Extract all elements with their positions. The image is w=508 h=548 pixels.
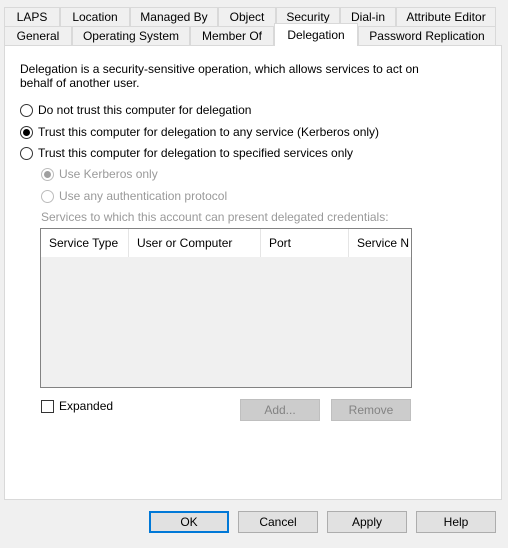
- column-service-type[interactable]: Service Type: [41, 229, 129, 257]
- radio-trust-specified-label[interactable]: Trust this computer for delegation to sp…: [38, 146, 353, 160]
- column-port[interactable]: Port: [261, 229, 349, 257]
- tab-delegation[interactable]: Delegation: [274, 23, 358, 46]
- remove-button[interactable]: Remove: [331, 399, 411, 421]
- tab-location[interactable]: Location: [60, 7, 130, 26]
- services-label: Services to which this account can prese…: [41, 210, 389, 224]
- services-list[interactable]: Service Type User or Computer Port Servi…: [40, 228, 412, 388]
- tab-object[interactable]: Object: [218, 7, 276, 26]
- cancel-button[interactable]: Cancel: [238, 511, 318, 533]
- tab-member-of[interactable]: Member Of: [190, 26, 274, 45]
- tab-laps[interactable]: LAPS: [4, 7, 60, 26]
- tab-operating-system[interactable]: Operating System: [72, 26, 190, 45]
- services-list-header: Service Type User or Computer Port Servi…: [41, 229, 411, 257]
- radio-kerberos-only-label[interactable]: Use Kerberos only: [59, 167, 158, 181]
- ok-button[interactable]: OK: [149, 511, 229, 533]
- expanded-label[interactable]: Expanded: [59, 399, 113, 413]
- radio-trust-specified[interactable]: [20, 147, 33, 160]
- tab-managed-by[interactable]: Managed By: [130, 7, 218, 26]
- description-line-2: behalf of another user.: [20, 76, 140, 90]
- column-user-or-computer[interactable]: User or Computer: [129, 229, 261, 257]
- radio-trust-any[interactable]: [20, 126, 33, 139]
- help-button[interactable]: Help: [416, 511, 496, 533]
- description-line-1: Delegation is a security-sensitive opera…: [20, 62, 419, 76]
- tab-password-replication[interactable]: Password Replication: [358, 26, 496, 45]
- column-service-name[interactable]: Service N: [349, 229, 411, 257]
- radio-trust-any-label[interactable]: Trust this computer for delegation to an…: [38, 125, 379, 139]
- radio-any-protocol-label[interactable]: Use any authentication protocol: [59, 189, 227, 203]
- add-button[interactable]: Add...: [240, 399, 320, 421]
- expanded-checkbox[interactable]: [41, 400, 54, 413]
- radio-no-trust-label[interactable]: Do not trust this computer for delegatio…: [38, 103, 251, 117]
- tab-attribute-editor[interactable]: Attribute Editor: [396, 7, 496, 26]
- radio-any-protocol[interactable]: [41, 190, 54, 203]
- tab-general[interactable]: General: [4, 26, 72, 45]
- radio-kerberos-only[interactable]: [41, 168, 54, 181]
- apply-button[interactable]: Apply: [327, 511, 407, 533]
- radio-no-trust[interactable]: [20, 104, 33, 117]
